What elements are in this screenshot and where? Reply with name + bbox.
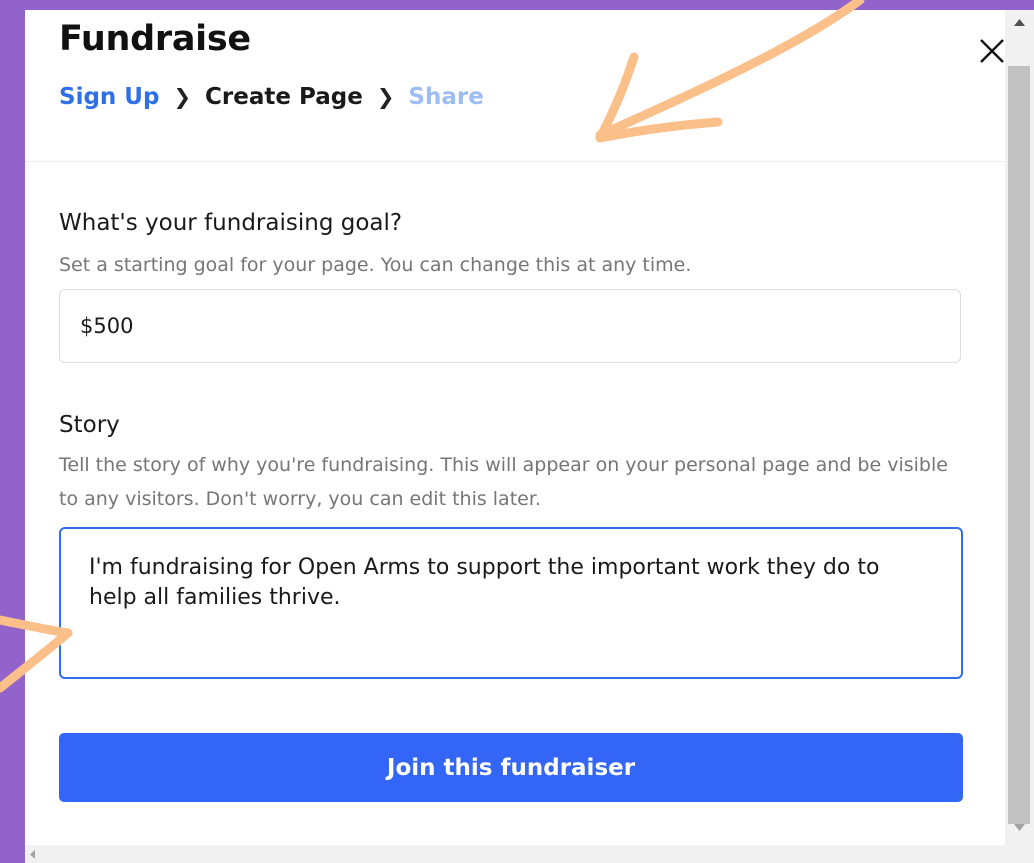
goal-input[interactable]: [59, 289, 961, 363]
scroll-up-arrow-icon[interactable]: [1005, 12, 1034, 32]
breadcrumb-step-share: Share: [408, 84, 484, 110]
close-button[interactable]: [977, 36, 1005, 66]
story-label: Story: [59, 412, 120, 438]
chevron-right-icon: ❯: [376, 85, 395, 109]
scrollbar-thumb[interactable]: [1008, 66, 1030, 824]
close-icon: [980, 39, 1004, 63]
join-fundraiser-button[interactable]: Join this fundraiser: [59, 733, 963, 802]
header-divider: [25, 161, 1005, 162]
breadcrumb-step-create-page: Create Page: [205, 84, 363, 110]
scroll-down-arrow-icon[interactable]: [1005, 818, 1034, 838]
story-help-text: Tell the story of why you're fundraising…: [59, 454, 948, 510]
horizontal-scrollbar[interactable]: [25, 845, 1034, 863]
goal-label: What's your fundraising goal?: [59, 210, 403, 236]
breadcrumb-step-sign-up[interactable]: Sign Up: [59, 84, 159, 110]
goal-help-text: Set a starting goal for your page. You c…: [59, 254, 692, 276]
scroll-left-arrow-icon[interactable]: [25, 845, 45, 863]
fundraise-modal: Fundraise Sign Up ❯ Create Page ❯ Share …: [25, 10, 1005, 845]
chevron-right-icon: ❯: [173, 85, 192, 109]
vertical-scrollbar[interactable]: [1005, 10, 1034, 845]
story-textarea[interactable]: I'm fundraising for Open Arms to support…: [59, 527, 963, 679]
breadcrumb: Sign Up ❯ Create Page ❯ Share: [59, 82, 484, 112]
modal-title: Fundraise: [59, 19, 251, 59]
